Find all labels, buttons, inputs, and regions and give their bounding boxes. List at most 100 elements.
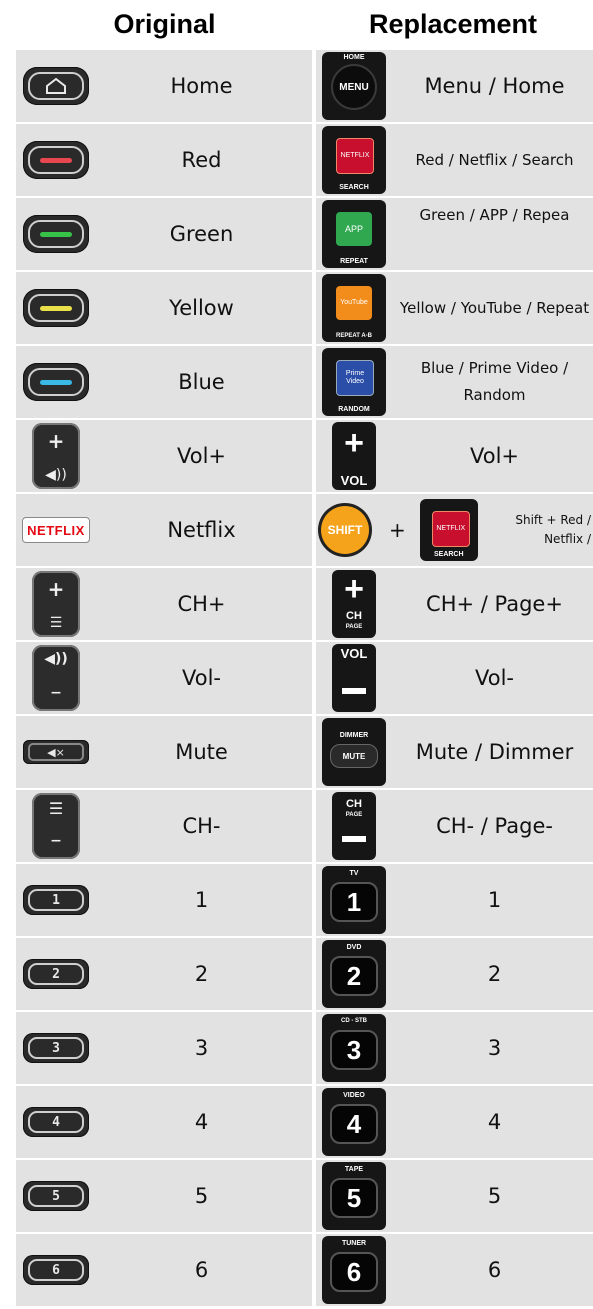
- replacement-cell: TAPE 5 5: [316, 1160, 593, 1232]
- button-caption: TUNER: [341, 1240, 367, 1247]
- button-caption: REPEAT: [340, 258, 368, 265]
- button-caption: CH: [346, 610, 362, 622]
- original-cell: Red: [16, 124, 312, 196]
- replacement-cell: TUNER 6 6: [316, 1234, 593, 1306]
- replacement-cell: YouTube REPEAT A-B Yellow / YouTube / Re…: [316, 272, 593, 344]
- plus-icon: +: [344, 424, 364, 462]
- replacement-cell: HOME MENU Menu / Home: [316, 50, 593, 122]
- netflix-red-button-replacement: NETFLIX SEARCH: [419, 499, 478, 561]
- replacement-label: Mute / Dimmer: [415, 740, 574, 764]
- table-row: 2 2 DVD 2 2: [16, 938, 593, 1010]
- plus-sign: +: [389, 518, 406, 542]
- volume-down-icon: ◀)): [44, 651, 68, 667]
- table-row: Red NETFLIX SEARCH Red / Netflix / Searc…: [16, 124, 593, 196]
- button-caption: VOL: [340, 473, 368, 488]
- digit-6-button-original: 6: [21, 1234, 91, 1306]
- yellow-bar-icon: [40, 305, 72, 311]
- green-button-original: [21, 198, 91, 270]
- replacement-cell: TV 1 1: [316, 864, 593, 936]
- original-cell: + ☰ CH+: [16, 568, 312, 640]
- shift-button-replacement: SHIFT: [321, 506, 369, 554]
- button-caption: 2: [346, 960, 362, 991]
- channel-down-icon: ☰: [48, 799, 64, 818]
- replacement-cell: NETFLIX SEARCH Red / Netflix / Search: [316, 124, 593, 196]
- app-green-button-replacement: APP REPEAT: [321, 198, 387, 270]
- table-row: 1 1 TV 1 1: [16, 864, 593, 936]
- original-cell: + ◀)) Vol+: [16, 420, 312, 492]
- original-cell: Green: [16, 198, 312, 270]
- button-caption: MUTE: [342, 751, 366, 761]
- replacement-label: 4: [487, 1110, 502, 1134]
- original-label: Netflix: [167, 518, 236, 542]
- table-row: + ◀)) Vol+ + VOL Vol+: [16, 420, 593, 492]
- replacement-label: 5: [487, 1184, 502, 1208]
- original-label: Home: [170, 74, 233, 98]
- button-caption: MENU: [339, 81, 369, 93]
- volume-down-button-original: ◀)) –: [21, 642, 91, 714]
- red-bar-icon: [40, 157, 72, 163]
- home-button-original: [21, 50, 91, 122]
- minus-icon: [342, 688, 366, 694]
- button-caption: SEARCH: [339, 184, 369, 191]
- button-caption: VOL: [340, 646, 368, 661]
- replacement-cell: DIMMER MUTE Mute / Dimmer: [316, 716, 593, 788]
- original-cell: ◀)) – Vol-: [16, 642, 312, 714]
- button-caption: 6: [346, 1256, 362, 1287]
- button-caption: NETFLIX: [436, 525, 466, 532]
- original-cell: 4 4: [16, 1086, 312, 1158]
- digit-3-button-replacement: CD - STB 3: [321, 1012, 387, 1084]
- replacement-cell: APP REPEAT Green / APP / Repea: [316, 198, 593, 270]
- digit-3-button-original: 3: [21, 1012, 91, 1084]
- original-cell: ◀× Mute: [16, 716, 312, 788]
- button-caption: RANDOM: [338, 406, 370, 413]
- channel-down-button-replacement: CH PAGE: [321, 790, 387, 862]
- digit-2-button-replacement: DVD 2: [321, 938, 387, 1010]
- original-label: CH+: [177, 592, 226, 616]
- button-caption: PAGE: [345, 624, 363, 630]
- table-row: Home HOME MENU Menu / Home: [16, 50, 593, 122]
- table-row: Blue Prime Video RANDOM Blue / Prime Vid…: [16, 346, 593, 418]
- original-label: Blue: [178, 370, 225, 394]
- blue-bar-icon: [40, 379, 72, 385]
- original-cell: 2 2: [16, 938, 312, 1010]
- red-button-original: [21, 124, 91, 196]
- volume-up-button-replacement: + VOL: [321, 420, 387, 492]
- button-caption: TAPE: [344, 1166, 364, 1173]
- original-cell: Yellow: [16, 272, 312, 344]
- original-label: 4: [194, 1110, 209, 1134]
- button-caption: 3: [346, 1034, 362, 1065]
- replacement-column-header: Replacement: [368, 8, 538, 39]
- original-label: Red: [181, 148, 222, 172]
- button-caption: Prime Video: [345, 370, 365, 385]
- button-caption: SEARCH: [433, 551, 464, 558]
- original-cell: 6 6: [16, 1234, 312, 1306]
- original-label: 3: [194, 1036, 209, 1060]
- table-row: 5 5 TAPE 5 5: [16, 1160, 593, 1232]
- button-caption: NETFLIX: [340, 152, 370, 159]
- replacement-cell: + VOL Vol+: [316, 420, 593, 492]
- youtube-yellow-button-replacement: YouTube REPEAT A-B: [321, 272, 387, 344]
- yellow-button-original: [21, 272, 91, 344]
- green-bar-icon: [40, 231, 72, 237]
- replacement-label: Blue / Prime Video / Random: [420, 359, 569, 404]
- table-row: NETFLIX Netflix SHIFT + NETFLIX SEARCH S…: [16, 494, 593, 566]
- channel-down-button-original: ☰ –: [21, 790, 91, 862]
- replacement-label: Menu / Home: [424, 74, 565, 98]
- button-caption: 5: [346, 1182, 362, 1213]
- table-row: ◀)) – Vol- VOL Vol-: [16, 642, 593, 714]
- table-row: ◀× Mute DIMMER MUTE Mute / Dimmer: [16, 716, 593, 788]
- original-label: 2: [194, 962, 209, 986]
- original-label: 1: [194, 888, 209, 912]
- digit-6-button-replacement: TUNER 6: [321, 1234, 387, 1306]
- original-cell: 5 5: [16, 1160, 312, 1232]
- replacement-cell: DVD 2 2: [316, 938, 593, 1010]
- table-row: Yellow YouTube REPEAT A-B Yellow / YouTu…: [16, 272, 593, 344]
- original-label: Vol-: [182, 666, 221, 690]
- original-cell: ☰ – CH-: [16, 790, 312, 862]
- button-caption: PAGE: [345, 812, 363, 818]
- volume-up-button-original: + ◀)): [21, 420, 91, 492]
- table-row: 4 4 VIDEO 4 4: [16, 1086, 593, 1158]
- replacement-cell: CH PAGE CH- / Page-: [316, 790, 593, 862]
- button-caption: CH: [346, 798, 362, 810]
- replacement-label: Vol-: [475, 666, 514, 690]
